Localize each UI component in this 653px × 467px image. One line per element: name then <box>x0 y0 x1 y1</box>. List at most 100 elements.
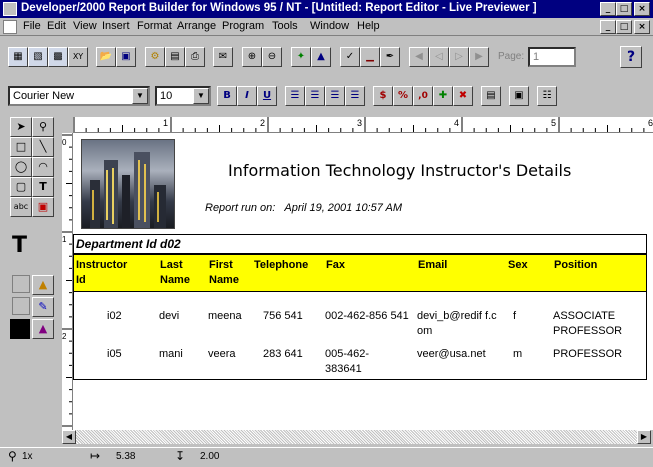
maximize-button[interactable]: □ <box>616 2 632 16</box>
chart-wizard-icon[interactable]: ▁ <box>360 47 380 67</box>
align-left-icon[interactable]: ☰ <box>285 86 305 106</box>
align-center-icon[interactable]: ☰ <box>305 86 325 106</box>
parameter-form-icon[interactable]: ▩ <box>48 47 68 67</box>
next-page-icon[interactable]: ▷ <box>449 47 469 67</box>
insert-date-icon[interactable]: ▤ <box>481 86 501 106</box>
add-decimal-icon[interactable]: ✚ <box>433 86 453 106</box>
print-preview-icon[interactable]: ▤ <box>165 47 185 67</box>
insert-page-number-icon[interactable]: ▣ <box>509 86 529 106</box>
title-bar[interactable]: Developer/2000 Report Builder for Window… <box>0 0 653 18</box>
rectangle-tool-icon[interactable]: □ <box>10 137 32 157</box>
last-page-icon[interactable]: ▶ <box>469 47 489 67</box>
ruler-label: 0 <box>62 138 67 147</box>
zoom-out-icon[interactable]: ⊖ <box>262 47 282 67</box>
run-icon[interactable]: ⚙ <box>145 47 165 67</box>
scroll-right-icon[interactable]: ▶ <box>637 430 651 444</box>
horizontal-position: 5.38 <box>116 451 136 462</box>
text-color-palette-icon[interactable]: ▲ <box>32 319 54 339</box>
layout-model-icon[interactable]: ▧ <box>28 47 48 67</box>
help-button[interactable]: ? <box>620 46 642 68</box>
column-header-band: Instructor Id Last Name First Name Telep… <box>73 254 647 292</box>
vertical-ruler: 0 1 2 <box>62 133 73 430</box>
zoom-in-icon[interactable]: ⊕ <box>242 47 262 67</box>
percent-button[interactable]: % <box>393 86 413 106</box>
check-icon[interactable]: ✓ <box>340 47 360 67</box>
rounded-rectangle-tool-icon[interactable]: ▢ <box>10 177 32 197</box>
line-color-swatch[interactable] <box>12 297 30 315</box>
line-color-icon[interactable]: ✎ <box>32 297 54 317</box>
comma-button[interactable]: ,0 <box>413 86 433 106</box>
fill-color-icon[interactable]: ▲ <box>32 275 54 295</box>
currency-button[interactable]: $ <box>373 86 393 106</box>
doc-close-button[interactable]: × <box>634 20 650 34</box>
text-tool-icon[interactable]: T <box>32 177 54 197</box>
close-button[interactable]: × <box>634 2 650 16</box>
menu-help[interactable]: Help <box>357 20 380 32</box>
menu-insert[interactable]: Insert <box>102 20 130 32</box>
font-size-select[interactable]: 10 ▼ <box>155 86 211 106</box>
line-tool-icon[interactable]: ╲ <box>32 137 54 157</box>
table-row[interactable]: i02 devi meena 756 541 002-462-856 541 d… <box>73 309 647 347</box>
menu-format[interactable]: Format <box>137 20 172 32</box>
menu-window[interactable]: Window <box>310 20 349 32</box>
scroll-left-icon[interactable]: ◀ <box>62 430 76 444</box>
font-select-value: Courier New <box>13 90 75 102</box>
text-color-swatch[interactable] <box>10 319 30 339</box>
horizontal-scrollbar[interactable]: ◀ ▶ <box>62 430 653 444</box>
document-icon[interactable] <box>3 20 17 34</box>
magnify-tool-icon[interactable]: ⚲ <box>32 117 54 137</box>
cell-email: veer@usa.net <box>417 348 486 360</box>
first-page-icon[interactable]: ◀ <box>409 47 429 67</box>
cell-instructor-id: i05 <box>107 348 122 360</box>
report-wizard-icon[interactable]: ✦ <box>291 47 311 67</box>
italic-button[interactable]: I <box>237 86 257 106</box>
menu-file[interactable]: File <box>23 20 41 32</box>
data-model-icon[interactable]: ▦ <box>8 47 28 67</box>
doc-maximize-button[interactable]: □ <box>616 20 632 34</box>
app-icon[interactable] <box>3 2 17 16</box>
mail-icon[interactable]: ✉ <box>213 47 233 67</box>
menu-arrange[interactable]: Arrange <box>177 20 216 32</box>
ruler-label: 4 <box>454 118 459 128</box>
ellipse-tool-icon[interactable]: ◯ <box>10 157 32 177</box>
menu-view[interactable]: View <box>73 20 97 32</box>
chevron-down-icon[interactable]: ▼ <box>193 88 209 104</box>
conditional-format-icon[interactable]: ☷ <box>537 86 557 106</box>
chevron-down-icon[interactable]: ▼ <box>132 88 148 104</box>
button-tool-icon[interactable]: ▣ <box>32 197 54 217</box>
menu-tools[interactable]: Tools <box>272 20 298 32</box>
save-icon[interactable]: ▣ <box>116 47 136 67</box>
doc-minimize-button[interactable]: _ <box>600 20 616 34</box>
text-color-icon[interactable]: T <box>12 233 27 258</box>
page-number-field[interactable]: 1 <box>528 47 576 67</box>
cell-fax: 005-462-383641 <box>325 348 370 375</box>
menu-program[interactable]: Program <box>222 20 264 32</box>
bold-button[interactable]: B <box>217 86 237 106</box>
xy-icon[interactable]: XY <box>68 47 88 67</box>
scroll-track[interactable] <box>76 430 637 444</box>
remove-decimal-icon[interactable]: ✖ <box>453 86 473 106</box>
table-row[interactable]: i05 mani veera 283 641 005-462-383641 ve… <box>73 347 647 385</box>
vertical-ruler-ticks: 0 1 2 <box>62 134 72 427</box>
select-tool-icon[interactable]: ➤ <box>10 117 32 137</box>
arc-tool-icon[interactable]: ◠ <box>32 157 54 177</box>
field-tool-button[interactable]: abc <box>10 197 32 217</box>
web-wizard-icon[interactable]: ✒ <box>380 47 400 67</box>
fill-color-swatch[interactable] <box>12 275 30 293</box>
print-icon[interactable]: ⎙ <box>185 47 205 67</box>
horizontal-position-icon: ↦ <box>90 449 101 463</box>
vertical-position-icon: ↧ <box>175 449 186 463</box>
tool-palette: ➤ ⚲ □ ╲ ◯ ◠ ▢ T abc ▣ T ▲ ✎ ▲ <box>0 115 62 437</box>
cell-email: devi_b@redif f.com <box>417 310 497 337</box>
report-canvas[interactable]: Information Technology Instructor's Deta… <box>73 133 653 430</box>
align-right-icon[interactable]: ☰ <box>325 86 345 106</box>
underline-button[interactable]: U <box>257 86 277 106</box>
minimize-button[interactable]: _ <box>600 2 616 16</box>
data-wizard-icon[interactable]: ▲ <box>311 47 331 67</box>
menu-edit[interactable]: Edit <box>47 20 66 32</box>
font-select[interactable]: Courier New ▼ <box>8 86 150 106</box>
cell-last-name: mani <box>159 348 183 360</box>
previous-page-icon[interactable]: ◁ <box>429 47 449 67</box>
open-icon[interactable]: 📂 <box>96 47 116 67</box>
justify-icon[interactable]: ☰ <box>345 86 365 106</box>
